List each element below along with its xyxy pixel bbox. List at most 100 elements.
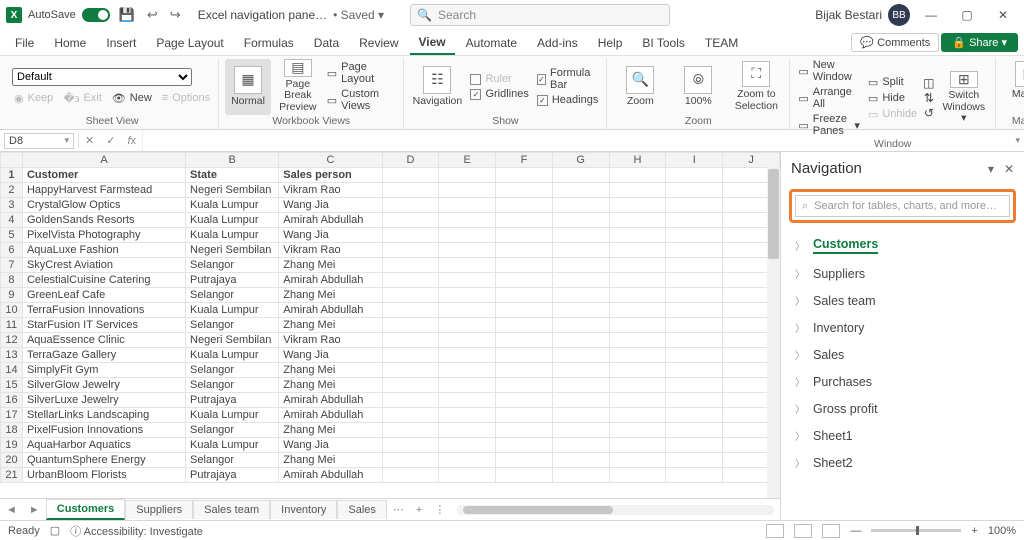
cell-F11[interactable] xyxy=(496,318,553,333)
cell-B3[interactable]: Kuala Lumpur xyxy=(186,198,279,213)
sheet-tab-sales[interactable]: Sales xyxy=(337,500,387,519)
tab-insert[interactable]: Insert xyxy=(97,32,145,54)
cell-F15[interactable] xyxy=(496,378,553,393)
cell-D16[interactable] xyxy=(382,393,439,408)
cell-D18[interactable] xyxy=(382,423,439,438)
cell-F13[interactable] xyxy=(496,348,553,363)
cell-G5[interactable] xyxy=(552,228,609,243)
nav-item-sheet2[interactable]: 〉Sheet2 xyxy=(781,449,1024,476)
tab-bi-tools[interactable]: BI Tools xyxy=(633,32,693,54)
cell-F18[interactable] xyxy=(496,423,553,438)
cell-A8[interactable]: CelestialCuisine Catering xyxy=(22,273,185,288)
cell-I12[interactable] xyxy=(666,333,723,348)
sheet-add[interactable]: + xyxy=(410,504,428,516)
sheet-tab-customers[interactable]: Customers xyxy=(46,499,125,520)
row-header-14[interactable]: 14 xyxy=(1,363,23,378)
cell-B7[interactable]: Selangor xyxy=(186,258,279,273)
tab-formulas[interactable]: Formulas xyxy=(235,32,303,54)
cell-I13[interactable] xyxy=(666,348,723,363)
cell-B6[interactable]: Negeri Sembilan xyxy=(186,243,279,258)
cell-B12[interactable]: Negeri Sembilan xyxy=(186,333,279,348)
cell-I3[interactable] xyxy=(666,198,723,213)
cell-A2[interactable]: HappyHarvest Farmstead xyxy=(22,183,185,198)
ruler-check[interactable]: Ruler xyxy=(468,72,530,86)
cell-A15[interactable]: SilverGlow Jewelry xyxy=(22,378,185,393)
col-header-I[interactable]: I xyxy=(666,153,723,168)
cell-D14[interactable] xyxy=(382,363,439,378)
cell-F7[interactable] xyxy=(496,258,553,273)
cell-D9[interactable] xyxy=(382,288,439,303)
cell-F3[interactable] xyxy=(496,198,553,213)
sheet-prev[interactable]: ◄ xyxy=(0,504,23,516)
cell-E1[interactable] xyxy=(439,168,496,183)
cell-I18[interactable] xyxy=(666,423,723,438)
tell-me-search[interactable]: 🔍 Search xyxy=(410,4,670,26)
cell-H13[interactable] xyxy=(609,348,666,363)
cell-G18[interactable] xyxy=(552,423,609,438)
sync-scroll-icon[interactable]: ⇅ xyxy=(924,91,934,105)
cell-F10[interactable] xyxy=(496,303,553,318)
cell-D21[interactable] xyxy=(382,468,439,483)
row-header-18[interactable]: 18 xyxy=(1,423,23,438)
cell-F1[interactable] xyxy=(496,168,553,183)
cell-F5[interactable] xyxy=(496,228,553,243)
row-header-21[interactable]: 21 xyxy=(1,468,23,483)
row-header-3[interactable]: 3 xyxy=(1,198,23,213)
cell-H15[interactable] xyxy=(609,378,666,393)
unhide-button[interactable]: ▭ Unhide xyxy=(866,107,919,122)
cell-D10[interactable] xyxy=(382,303,439,318)
autosave-toggle[interactable] xyxy=(82,8,110,22)
cell-I14[interactable] xyxy=(666,363,723,378)
row-header-17[interactable]: 17 xyxy=(1,408,23,423)
view-normal-icon[interactable] xyxy=(766,524,784,538)
cell-F8[interactable] xyxy=(496,273,553,288)
row-header-5[interactable]: 5 xyxy=(1,228,23,243)
cell-H10[interactable] xyxy=(609,303,666,318)
row-header-10[interactable]: 10 xyxy=(1,303,23,318)
cell-F9[interactable] xyxy=(496,288,553,303)
col-header-G[interactable]: G xyxy=(552,153,609,168)
cell-H1[interactable] xyxy=(609,168,666,183)
sheet-tab-suppliers[interactable]: Suppliers xyxy=(125,500,193,519)
cell-G11[interactable] xyxy=(552,318,609,333)
cell-C15[interactable]: Zhang Mei xyxy=(279,378,382,393)
cell-G6[interactable] xyxy=(552,243,609,258)
zoom-out-button[interactable]: — xyxy=(850,525,861,537)
horizontal-scrollbar[interactable] xyxy=(457,505,774,515)
cell-A16[interactable]: SilverLuxe Jewelry xyxy=(22,393,185,408)
sheet-tab-inventory[interactable]: Inventory xyxy=(270,500,337,519)
keep-button[interactable]: ◉ Keep xyxy=(12,91,55,106)
cell-F2[interactable] xyxy=(496,183,553,198)
cell-G16[interactable] xyxy=(552,393,609,408)
tab-page-layout[interactable]: Page Layout xyxy=(147,32,232,54)
sheet-next[interactable]: ► xyxy=(23,504,46,516)
cancel-icon[interactable]: ✕ xyxy=(79,134,100,147)
row-header-20[interactable]: 20 xyxy=(1,453,23,468)
tab-file[interactable]: File xyxy=(6,32,43,54)
cell-G10[interactable] xyxy=(552,303,609,318)
cell-A20[interactable]: QuantumSphere Energy xyxy=(22,453,185,468)
cell-B17[interactable]: Kuala Lumpur xyxy=(186,408,279,423)
accessibility-status[interactable]: ⓘ Accessibility: Investigate xyxy=(70,523,203,539)
avatar[interactable]: BB xyxy=(888,4,910,26)
row-header-6[interactable]: 6 xyxy=(1,243,23,258)
cell-C20[interactable]: Zhang Mei xyxy=(279,453,382,468)
cell-I19[interactable] xyxy=(666,438,723,453)
row-header-11[interactable]: 11 xyxy=(1,318,23,333)
nav-item-sales-team[interactable]: 〉Sales team xyxy=(781,287,1024,314)
cell-A3[interactable]: CrystalGlow Optics xyxy=(22,198,185,213)
macros-button[interactable]: ▶Macros ▾ xyxy=(1002,59,1024,115)
cell-I6[interactable] xyxy=(666,243,723,258)
cell-E4[interactable] xyxy=(439,213,496,228)
row-header-1[interactable]: 1 xyxy=(1,168,23,183)
col-header-H[interactable]: H xyxy=(609,153,666,168)
cell-H14[interactable] xyxy=(609,363,666,378)
cell-D12[interactable] xyxy=(382,333,439,348)
col-header-D[interactable]: D xyxy=(382,153,439,168)
cell-G7[interactable] xyxy=(552,258,609,273)
cell-A1[interactable]: Customer xyxy=(22,168,185,183)
window-maximize[interactable]: ▢ xyxy=(952,8,982,22)
cell-E7[interactable] xyxy=(439,258,496,273)
zoom-slider[interactable] xyxy=(871,529,961,532)
col-header-J[interactable]: J xyxy=(723,153,780,168)
